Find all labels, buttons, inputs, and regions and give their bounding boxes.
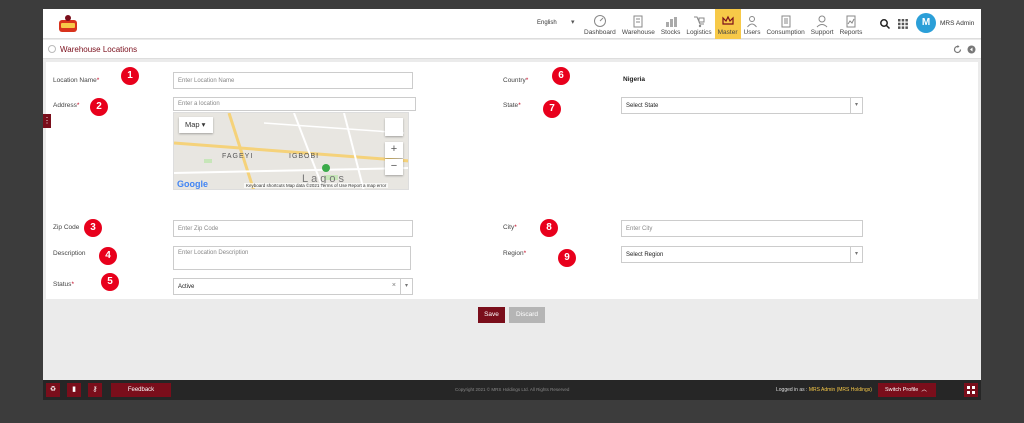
city-input[interactable]: Enter City xyxy=(621,220,863,237)
logistics-icon xyxy=(693,16,705,28)
zip-code-input[interactable]: Enter Zip Code xyxy=(173,220,413,237)
reports-icon xyxy=(846,15,856,28)
marker-badge: 2 xyxy=(90,98,108,116)
nav-logistics[interactable]: Logistics xyxy=(683,9,714,39)
region-value: Select Region xyxy=(626,252,664,258)
side-menu-toggle[interactable]: ⋮ xyxy=(43,114,51,128)
logged-in-info: Logged in as : MRS Admin (MRS Holdings) xyxy=(776,387,872,393)
nav-label: Reports xyxy=(839,29,863,36)
nav-label: Consumption xyxy=(766,29,805,36)
refresh-icon[interactable] xyxy=(953,45,962,54)
marker-badge: 8 xyxy=(540,219,558,237)
crown-icon xyxy=(721,15,734,25)
city-label: City* xyxy=(503,224,517,231)
country-label: Country* xyxy=(503,77,529,84)
nav-label: Dashboard xyxy=(584,29,616,36)
avatar[interactable]: M xyxy=(916,13,936,33)
country-value: Nigeria xyxy=(623,76,646,83)
recycle-icon[interactable]: ♻ xyxy=(46,383,60,397)
nav-stocks[interactable]: Stocks xyxy=(658,9,684,39)
feedback-button[interactable]: Feedback xyxy=(111,383,171,397)
support-icon xyxy=(816,15,828,28)
consumption-icon xyxy=(781,15,791,28)
status-value: Active xyxy=(178,284,195,290)
description-textarea[interactable]: Enter Location Description xyxy=(173,246,411,270)
map-area-label: IGBOBI xyxy=(289,153,320,160)
chevron-down-icon[interactable]: ▾ xyxy=(850,247,862,262)
dashboard-icon xyxy=(593,15,606,27)
nav-dashboard[interactable]: Dashboard xyxy=(581,9,619,39)
location-name-input[interactable]: Enter Location Name xyxy=(173,72,413,89)
form-card: ⋮ Location Name* 1 Enter Location Name A… xyxy=(43,62,978,299)
address-input[interactable]: Enter a location xyxy=(173,97,416,111)
marker-badge: 1 xyxy=(121,67,139,85)
google-logo: Google xyxy=(177,179,208,189)
marker-badge: 7 xyxy=(543,100,561,118)
marker-badge: 9 xyxy=(558,249,576,267)
clear-icon[interactable]: × xyxy=(392,282,396,289)
warehouse-icon xyxy=(633,15,643,28)
page-title-bar: Warehouse Locations xyxy=(43,40,981,59)
back-icon[interactable] xyxy=(967,45,976,54)
nav-consumption[interactable]: Consumption xyxy=(763,9,807,39)
page-title: Warehouse Locations xyxy=(60,45,138,54)
marker-badge: 6 xyxy=(552,67,570,85)
top-bar: English ▾ Dashboard Warehouse Stocks Log… xyxy=(43,9,981,39)
state-value: Select State xyxy=(626,103,659,109)
nav-label: Logistics xyxy=(686,29,712,36)
status-label: Status* xyxy=(53,281,74,288)
discard-button[interactable]: Discard xyxy=(509,307,545,323)
marker-badge: 4 xyxy=(99,247,117,265)
nav-warehouse[interactable]: Warehouse xyxy=(619,9,658,39)
map-type-button[interactable]: Map ▾ xyxy=(179,117,213,133)
address-label: Address* xyxy=(53,102,80,109)
nav-label: Support xyxy=(810,29,834,36)
brand-logo[interactable] xyxy=(57,14,79,34)
region-select[interactable]: Select Region ▾ xyxy=(621,246,863,263)
nav-reports[interactable]: Reports xyxy=(837,9,866,39)
key-icon[interactable]: ⚷ xyxy=(88,383,102,397)
nav-master[interactable]: Master xyxy=(714,9,741,39)
map-area-label: FAGEYI xyxy=(222,153,254,160)
chevron-down-icon[interactable]: ▾ xyxy=(850,98,862,113)
username[interactable]: MRS Admin xyxy=(940,20,974,27)
state-select[interactable]: Select State ▾ xyxy=(621,97,863,114)
map-widget[interactable]: Map ▾ FAGEYI IGBOBI Lagos Google + − Key… xyxy=(173,112,409,190)
bookmark-icon[interactable]: ▮ xyxy=(67,383,81,397)
zoom-out-button[interactable]: − xyxy=(385,159,403,175)
marker-badge: 5 xyxy=(101,273,119,291)
nav-label: Warehouse xyxy=(621,29,655,36)
map-footer-links[interactable]: Keyboard shortcuts Map data ©2021 Terms … xyxy=(244,183,389,188)
language-caret-icon[interactable]: ▾ xyxy=(571,18,575,26)
nav-label: Stocks xyxy=(660,29,681,36)
fullscreen-grid-icon[interactable] xyxy=(964,383,978,397)
zip-code-label: Zip Code xyxy=(53,224,80,231)
app-window: English ▾ Dashboard Warehouse Stocks Log… xyxy=(43,9,981,400)
location-name-label: Location Name* xyxy=(53,77,100,84)
region-label: Region* xyxy=(503,250,527,257)
page-icon xyxy=(48,45,56,53)
fullscreen-icon[interactable] xyxy=(385,118,403,136)
nav-label: Users xyxy=(743,29,761,36)
nav-support[interactable]: Support xyxy=(808,9,837,39)
state-label: State* xyxy=(503,102,521,109)
stocks-icon xyxy=(665,17,677,27)
nav-label: Master xyxy=(717,29,738,36)
search-icon[interactable] xyxy=(879,18,891,30)
nav-users[interactable]: Users xyxy=(741,9,764,39)
marker-badge: 3 xyxy=(84,219,102,237)
logged-user: MRS Admin (MRS Holdings) xyxy=(808,387,872,393)
apps-grid-icon[interactable] xyxy=(897,18,909,30)
status-select[interactable]: Active × ▾ xyxy=(173,278,413,295)
switch-profile-button[interactable]: Switch Profile ︿ xyxy=(878,383,936,397)
chevron-down-icon[interactable]: ▾ xyxy=(400,279,412,294)
description-label: Description xyxy=(53,250,86,257)
copyright-text: Copyright 2021 © MRS Holdings Ltd. All R… xyxy=(455,387,570,392)
language-select[interactable]: English xyxy=(537,20,557,26)
zoom-in-button[interactable]: + xyxy=(385,142,403,158)
footer-bar: ♻ ▮ ⚷ Feedback Copyright 2021 © MRS Hold… xyxy=(43,380,981,400)
save-button[interactable]: Save xyxy=(478,307,505,323)
users-icon xyxy=(747,16,757,28)
main-nav: Dashboard Warehouse Stocks Logistics Mas… xyxy=(581,9,865,39)
